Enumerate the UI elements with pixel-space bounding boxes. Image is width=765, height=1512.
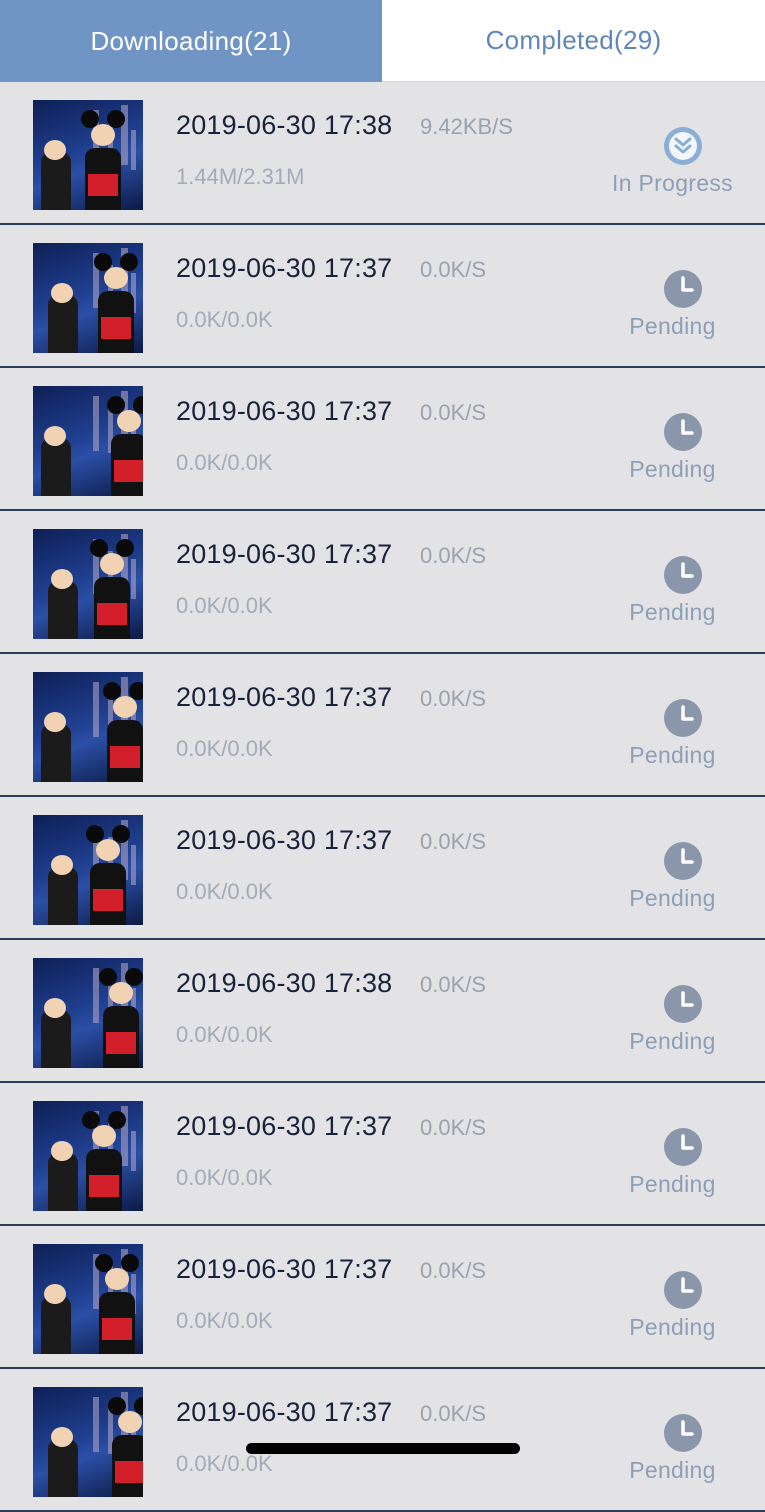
tab-bar: Downloading(21) Completed(29) bbox=[0, 0, 765, 82]
download-row[interactable]: 2019-06-30 17:37 0.0K/S 0.0K/0.0K Pending bbox=[0, 225, 765, 368]
clock-icon bbox=[664, 842, 702, 880]
photo-thumbnail[interactable] bbox=[33, 100, 143, 210]
download-speed: 0.0K/S bbox=[420, 543, 487, 568]
download-row[interactable]: 2019-06-30 17:38 0.0K/S 0.0K/0.0K Pending bbox=[0, 940, 765, 1083]
download-speed: 0.0K/S bbox=[420, 972, 487, 997]
clock-icon bbox=[664, 1414, 702, 1452]
double-chevron-down-icon bbox=[664, 127, 702, 165]
download-datetime: 2019-06-30 17:37 bbox=[176, 1111, 393, 1141]
clock-icon bbox=[664, 556, 702, 594]
download-speed: 0.0K/S bbox=[420, 829, 487, 854]
download-speed: 0.0K/S bbox=[420, 257, 487, 282]
download-progress: 0.0K/0.0K bbox=[176, 1451, 273, 1476]
download-progress: 0.0K/0.0K bbox=[176, 307, 273, 332]
download-status: Pending bbox=[629, 1028, 716, 1054]
download-speed: 0.0K/S bbox=[420, 1115, 487, 1140]
download-status: Pending bbox=[629, 599, 716, 625]
download-progress: 0.0K/0.0K bbox=[176, 593, 273, 618]
download-status: Pending bbox=[629, 1171, 716, 1197]
download-datetime: 2019-06-30 17:37 bbox=[176, 682, 393, 712]
clock-icon bbox=[664, 270, 702, 308]
tab-completed-label: Completed(29) bbox=[485, 25, 662, 55]
download-progress: 0.0K/0.0K bbox=[176, 1308, 273, 1333]
download-status: Pending bbox=[629, 1314, 716, 1340]
download-datetime: 2019-06-30 17:37 bbox=[176, 1397, 393, 1427]
photo-thumbnail[interactable] bbox=[33, 958, 143, 1068]
photo-thumbnail[interactable] bbox=[33, 1244, 143, 1354]
photo-thumbnail[interactable] bbox=[33, 1387, 143, 1497]
download-datetime: 2019-06-30 17:37 bbox=[176, 825, 393, 855]
home-indicator bbox=[246, 1443, 520, 1454]
download-datetime: 2019-06-30 17:37 bbox=[176, 539, 393, 569]
tab-completed[interactable]: Completed(29) bbox=[382, 0, 765, 82]
download-progress: 0.0K/0.0K bbox=[176, 736, 273, 761]
download-datetime: 2019-06-30 17:37 bbox=[176, 253, 393, 283]
download-row[interactable]: 2019-06-30 17:37 0.0K/S 0.0K/0.0K Pending bbox=[0, 1226, 765, 1369]
clock-icon bbox=[664, 1128, 702, 1166]
download-progress: 0.0K/0.0K bbox=[176, 450, 273, 475]
tab-downloading[interactable]: Downloading(21) bbox=[0, 0, 382, 82]
clock-icon bbox=[664, 699, 702, 737]
download-status: Pending bbox=[629, 742, 716, 768]
tab-downloading-label: Downloading(21) bbox=[90, 25, 292, 56]
photo-thumbnail[interactable] bbox=[33, 672, 143, 782]
photo-thumbnail[interactable] bbox=[33, 243, 143, 353]
download-row[interactable]: 2019-06-30 17:37 0.0K/S 0.0K/0.0K Pending bbox=[0, 1369, 765, 1512]
photo-thumbnail[interactable] bbox=[33, 815, 143, 925]
download-status: Pending bbox=[629, 1457, 716, 1483]
download-row[interactable]: 2019-06-30 17:37 0.0K/S 0.0K/0.0K Pending bbox=[0, 654, 765, 797]
download-row[interactable]: 2019-06-30 17:37 0.0K/S 0.0K/0.0K Pending bbox=[0, 1083, 765, 1226]
download-datetime: 2019-06-30 17:37 bbox=[176, 1254, 393, 1284]
download-speed: 0.0K/S bbox=[420, 400, 487, 425]
download-speed: 9.42KB/S bbox=[420, 114, 513, 139]
download-status: Pending bbox=[629, 885, 716, 911]
download-status: Pending bbox=[629, 313, 716, 339]
download-status: In Progress bbox=[612, 170, 733, 196]
download-speed: 0.0K/S bbox=[420, 1401, 487, 1426]
download-row[interactable]: 2019-06-30 17:38 9.42KB/S 1.44M/2.31M In Pr… bbox=[0, 82, 765, 225]
download-row[interactable]: 2019-06-30 17:37 0.0K/S 0.0K/0.0K Pending bbox=[0, 511, 765, 654]
download-speed: 0.0K/S bbox=[420, 686, 487, 711]
download-row[interactable]: 2019-06-30 17:37 0.0K/S 0.0K/0.0K Pending bbox=[0, 797, 765, 940]
photo-thumbnail[interactable] bbox=[33, 1101, 143, 1211]
clock-icon bbox=[664, 985, 702, 1023]
download-row[interactable]: 2019-06-30 17:37 0.0K/S 0.0K/0.0K Pending bbox=[0, 368, 765, 511]
clock-icon bbox=[664, 1271, 702, 1309]
download-progress: 0.0K/0.0K bbox=[176, 879, 273, 904]
download-progress: 0.0K/0.0K bbox=[176, 1022, 273, 1047]
download-datetime: 2019-06-30 17:38 bbox=[176, 968, 393, 998]
download-progress: 0.0K/0.0K bbox=[176, 1165, 273, 1190]
download-datetime: 2019-06-30 17:37 bbox=[176, 396, 393, 426]
photo-thumbnail[interactable] bbox=[33, 529, 143, 639]
download-progress: 1.44M/2.31M bbox=[176, 164, 305, 189]
photo-thumbnail[interactable] bbox=[33, 386, 143, 496]
clock-icon bbox=[664, 413, 702, 451]
download-speed: 0.0K/S bbox=[420, 1258, 487, 1283]
download-datetime: 2019-06-30 17:38 bbox=[176, 110, 393, 140]
download-status: Pending bbox=[629, 456, 716, 482]
